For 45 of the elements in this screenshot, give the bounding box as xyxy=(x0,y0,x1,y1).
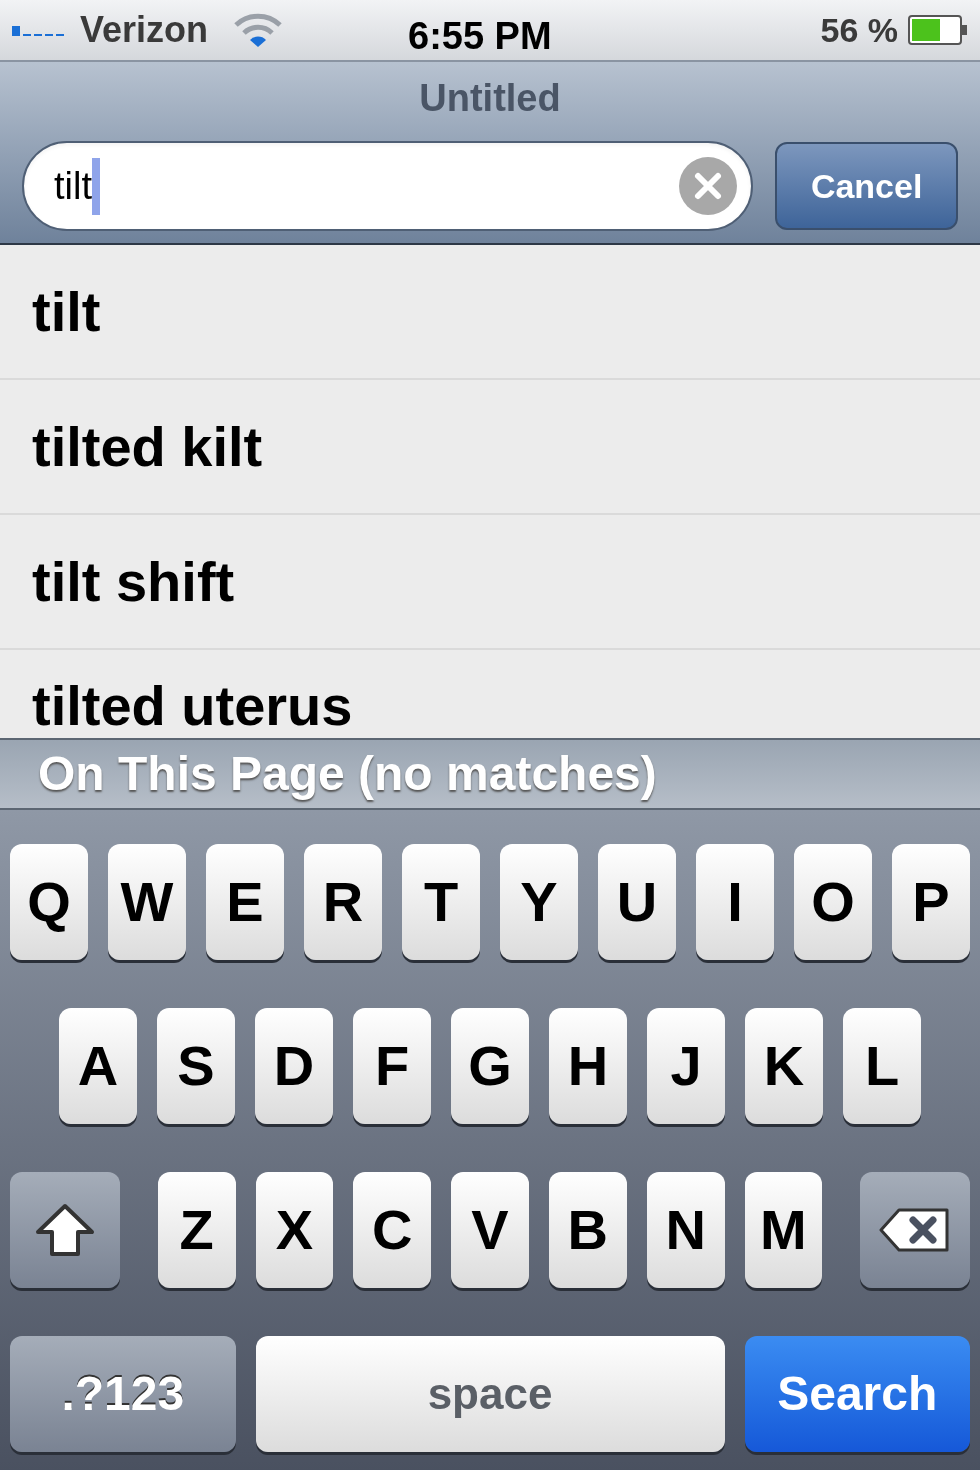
battery-percentage: 56 % xyxy=(820,9,898,51)
letter-key[interactable]: C xyxy=(353,1172,432,1288)
suggestion-item[interactable]: tilted kilt xyxy=(0,380,980,515)
letter-key[interactable]: R xyxy=(304,844,382,960)
letter-key[interactable]: K xyxy=(745,1008,823,1124)
search-field[interactable]: tilt xyxy=(22,141,754,231)
letter-key[interactable]: D xyxy=(255,1008,333,1124)
section-header-text: On This Page (no matches) xyxy=(38,746,657,802)
search-key[interactable]: Search xyxy=(744,1336,970,1452)
letter-key[interactable]: B xyxy=(548,1172,627,1288)
suggestion-item[interactable]: tilted uterus xyxy=(0,650,980,738)
letter-key[interactable]: T xyxy=(402,844,480,960)
page-title: Untitled xyxy=(419,76,561,121)
suggestion-item[interactable]: tilt shift xyxy=(0,515,980,650)
clock-time: 6:55 PM xyxy=(408,14,552,59)
carrier-name: Verizon xyxy=(80,8,209,52)
delete-key[interactable] xyxy=(860,1172,970,1288)
letter-key[interactable]: A xyxy=(59,1008,137,1124)
letter-key[interactable]: W xyxy=(108,844,186,960)
letter-key[interactable]: X xyxy=(255,1172,334,1288)
letter-key[interactable]: Z xyxy=(157,1172,236,1288)
letter-key[interactable]: Q xyxy=(10,844,88,960)
letter-key[interactable]: V xyxy=(451,1172,529,1288)
cancel-button[interactable]: Cancel xyxy=(775,142,958,230)
letter-key[interactable]: F xyxy=(353,1008,431,1124)
letter-key[interactable]: N xyxy=(646,1172,725,1288)
letter-key[interactable]: Y xyxy=(500,844,578,960)
shift-icon xyxy=(33,1202,96,1258)
letter-key[interactable]: M xyxy=(744,1172,823,1288)
letter-key[interactable]: P xyxy=(892,844,970,960)
letter-key[interactable]: E xyxy=(206,844,284,960)
wifi-icon xyxy=(234,13,283,47)
battery-icon xyxy=(908,15,968,45)
letter-key[interactable]: U xyxy=(598,844,676,960)
letter-key[interactable]: G xyxy=(451,1008,529,1124)
letter-key[interactable]: L xyxy=(843,1008,921,1124)
letter-key[interactable]: H xyxy=(549,1008,627,1124)
letter-key[interactable]: J xyxy=(647,1008,725,1124)
space-key[interactable]: space xyxy=(255,1336,725,1452)
shift-key[interactable] xyxy=(10,1172,120,1288)
backspace-icon xyxy=(879,1208,952,1252)
letter-key[interactable]: S xyxy=(157,1008,235,1124)
suggestion-item[interactable]: tilt xyxy=(0,245,980,380)
letter-key[interactable]: O xyxy=(794,844,872,960)
letter-key[interactable]: I xyxy=(696,844,774,960)
